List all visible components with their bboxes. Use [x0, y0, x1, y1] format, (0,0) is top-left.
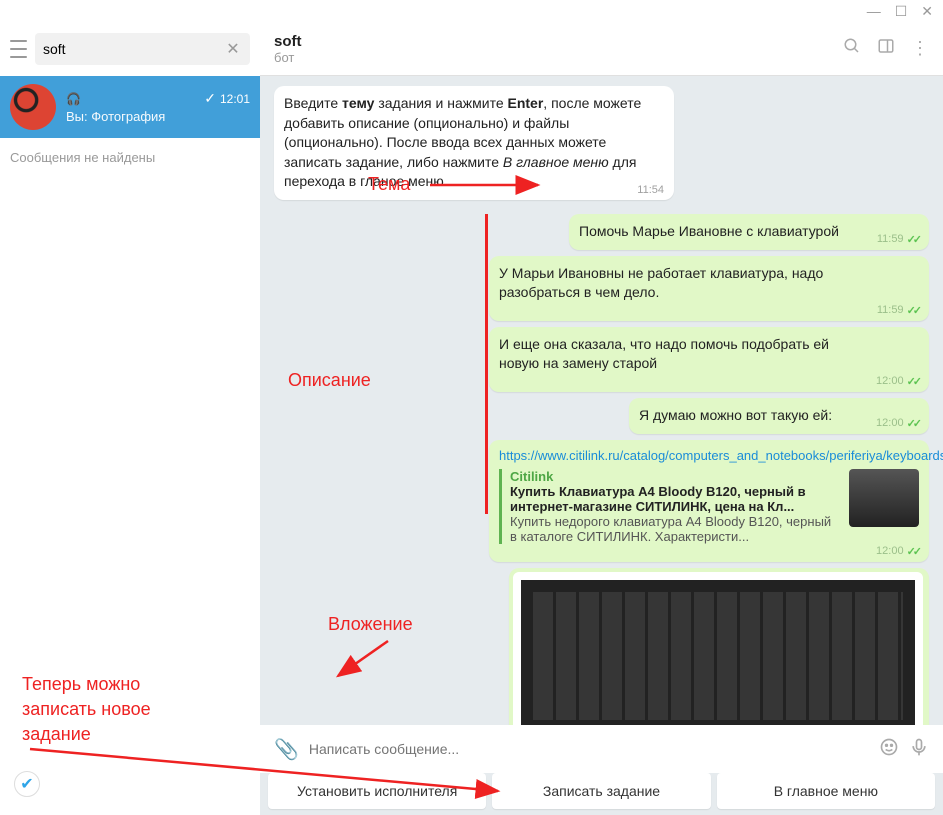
- annotation-bar: [485, 214, 488, 514]
- window-titlebar: — ☐ ✕: [0, 0, 943, 22]
- search-input[interactable]: ✕: [35, 33, 250, 65]
- message-out: И еще она сказала, что надо помочь подоб…: [489, 327, 929, 392]
- message-time: 12:00: [876, 375, 904, 387]
- message-out: Я думаю можно вот такую ей: 12:00✓✓: [629, 398, 929, 434]
- message-text: И еще она сказала, что надо помочь подоб…: [499, 335, 873, 374]
- link-title: Купить Клавиатура A4 Bloody B120, черный…: [510, 484, 841, 514]
- link-thumb: [849, 469, 919, 527]
- preview-text: Фотография: [91, 109, 165, 124]
- preview-prefix: Вы:: [66, 109, 88, 124]
- voice-icon[interactable]: [909, 737, 929, 762]
- message-out: Помочь Марье Ивановне с клавиатурой 11:5…: [569, 214, 929, 250]
- minimize-icon[interactable]: —: [867, 3, 881, 19]
- message-time: 11:59: [877, 233, 904, 245]
- read-checks-icon: ✓✓: [907, 375, 919, 388]
- chat-time: 12:01: [220, 92, 250, 106]
- close-icon[interactable]: ✕: [921, 3, 933, 20]
- read-checks-icon: ✓✓: [907, 417, 919, 430]
- message-text: У Марьи Ивановны не работает клавиатура,…: [499, 264, 873, 303]
- link-site: Citilink: [510, 469, 841, 484]
- message-link[interactable]: https://www.citilink.ru/catalog/computer…: [489, 440, 929, 562]
- read-checks-icon: ✓✓: [907, 233, 919, 246]
- message-instruction: Введите тему задания и нажмите Enter, по…: [274, 86, 674, 200]
- avatar: [10, 84, 56, 130]
- message-time: 12:00: [876, 545, 904, 557]
- read-checks-icon: ✓✓: [907, 304, 919, 317]
- clear-search-icon[interactable]: ✕: [224, 39, 242, 59]
- sidebar-toggle-icon[interactable]: [877, 37, 895, 60]
- search-icon[interactable]: [843, 37, 861, 60]
- message-input[interactable]: [309, 741, 869, 757]
- menu-icon[interactable]: [10, 40, 27, 58]
- link-desc: Купить недорого клавиатура A4 Bloody B12…: [510, 514, 841, 544]
- message-photo[interactable]: [509, 568, 929, 725]
- message-time: 11:59: [877, 304, 904, 316]
- read-checks-icon: ✓✓: [907, 545, 919, 558]
- emoji-icon[interactable]: [879, 737, 899, 762]
- set-assignee-button[interactable]: Установить исполнителя: [268, 773, 486, 809]
- chat-subtitle: бот: [274, 50, 843, 65]
- bot-keyboard: Установить исполнителя Записать задание …: [260, 773, 943, 815]
- bot-icon: 🎧: [66, 92, 81, 106]
- chat-title: soft: [274, 33, 843, 50]
- read-check-icon: ✓: [204, 90, 216, 107]
- message-time: 11:54: [637, 184, 664, 196]
- sidebar: ✕ 🎧 ✓ 12:01 Вы: Фотография Сообщения не …: [0, 22, 260, 815]
- main-menu-button[interactable]: В главное меню: [717, 773, 935, 809]
- search-field[interactable]: [43, 41, 224, 57]
- more-icon[interactable]: ⋮: [911, 38, 929, 59]
- keyboard-image: [513, 572, 923, 725]
- annotation-desc: Описание: [288, 370, 371, 391]
- search-empty-msg: Сообщения не найдены: [0, 138, 260, 177]
- message-out: У Марьи Ивановны не работает клавиатура,…: [489, 256, 929, 321]
- message-time: 12:00: [876, 417, 904, 429]
- message-text: Введите тему задания и нажмите Enter, по…: [284, 94, 664, 192]
- chat-list-item[interactable]: 🎧 ✓ 12:01 Вы: Фотография: [0, 76, 260, 138]
- chat-header: soft бот ⋮: [260, 22, 943, 76]
- chat-body: Введите тему задания и нажмите Enter, по…: [260, 76, 943, 725]
- link-url[interactable]: https://www.citilink.ru/catalog/computer…: [499, 448, 919, 463]
- attach-icon[interactable]: 📎: [274, 737, 299, 762]
- chat-pane: soft бот ⋮ Введите тему задания и нажмит…: [260, 22, 943, 815]
- verified-badge-icon: ✔: [14, 771, 40, 797]
- message-input-bar: 📎: [260, 725, 943, 773]
- message-text: Я думаю можно вот такую ей:: [639, 406, 873, 426]
- maximize-icon[interactable]: ☐: [895, 3, 908, 20]
- save-task-button[interactable]: Записать задание: [492, 773, 710, 809]
- message-text: Помочь Марье Ивановне с клавиатурой: [579, 222, 873, 242]
- annotation-attach: Вложение: [328, 614, 413, 635]
